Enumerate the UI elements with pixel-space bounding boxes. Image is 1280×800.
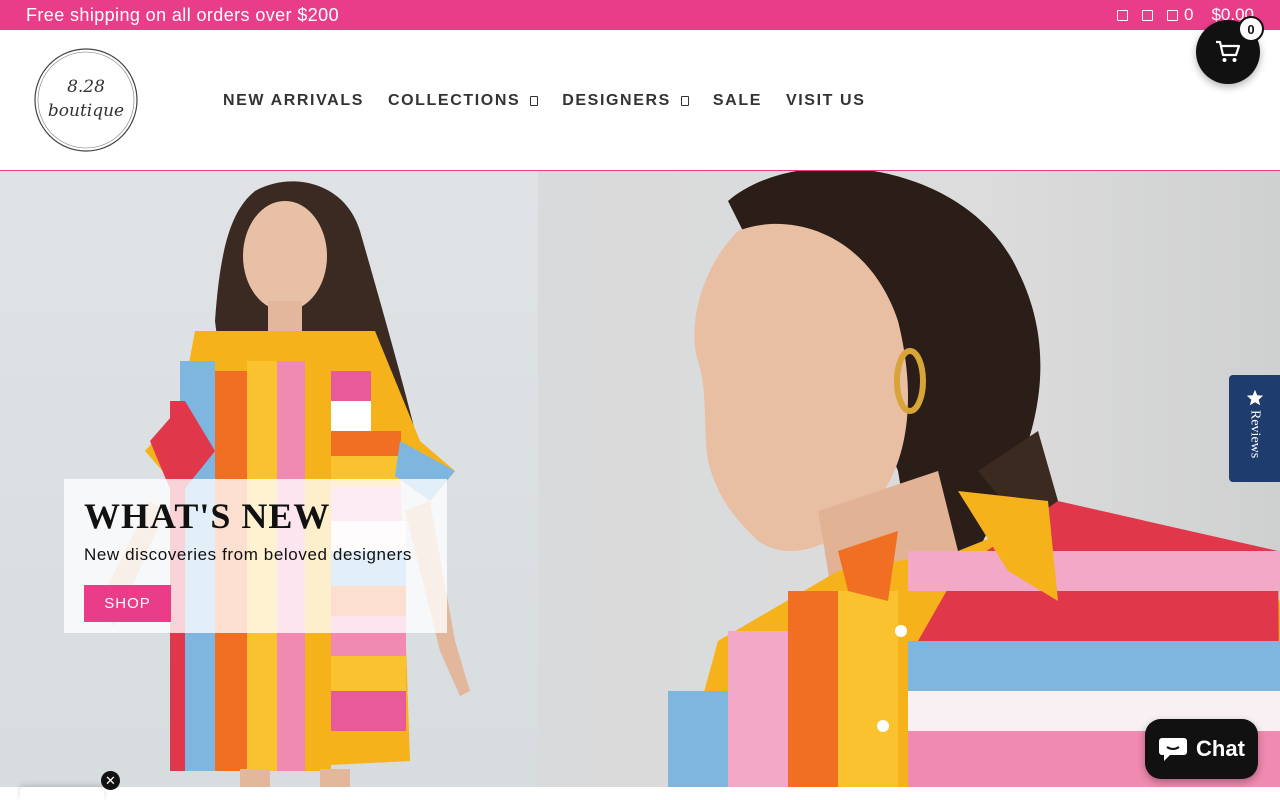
dropdown-caret-icon: [680, 96, 689, 106]
nav-sale-label: SALE: [712, 92, 762, 109]
logo-wordmark: boutique: [48, 101, 124, 121]
floating-cart-button[interactable]: 0: [1196, 16, 1264, 84]
star-icon: [1246, 389, 1263, 406]
nav-collections[interactable]: COLLECTIONS: [387, 92, 539, 110]
bag-icon: [1166, 9, 1178, 21]
chat-label: Chat: [1196, 736, 1245, 761]
top-cart-count: 0: [1183, 5, 1194, 24]
hero-banner: WHAT'S NEW New discoveries from beloved …: [0, 171, 1280, 787]
site-header: 8.28 boutique NEW ARRIVALS COLLECTIONS D…: [0, 30, 1280, 171]
search-icon[interactable]: [1141, 9, 1153, 21]
account-icon[interactable]: [1116, 9, 1128, 21]
nav-visit-us-label: VISIT US: [785, 92, 866, 109]
nav-new-arrivals-label: NEW ARRIVALS: [223, 92, 364, 109]
nav-visit-us[interactable]: VISIT US: [786, 92, 865, 110]
hero-subtitle: New discoveries from beloved designers: [84, 545, 412, 564]
reviews-label: Reviews: [1247, 410, 1263, 459]
chat-button[interactable]: Chat: [1145, 719, 1258, 779]
chat-bubble-icon: [1159, 738, 1188, 761]
nav-designers[interactable]: DESIGNERS: [562, 92, 689, 110]
announcement-text: Free shipping on all orders over $200: [26, 5, 339, 25]
logo-number: 8.28: [67, 77, 105, 97]
cart-count-badge: 0: [1238, 16, 1264, 42]
logo-circle-icon: 8.28 boutique: [34, 48, 138, 152]
nav-sale[interactable]: SALE: [713, 92, 762, 110]
shop-button[interactable]: SHOP: [84, 585, 171, 622]
promo-popup-tab[interactable]: [20, 787, 104, 800]
page-bottom-strip: [0, 787, 1280, 800]
main-nav: NEW ARRIVALS COLLECTIONS DESIGNERS SALE …: [223, 92, 889, 110]
announcement-bar: Free shipping on all orders over $200 0 …: [0, 0, 1280, 30]
logo[interactable]: 8.28 boutique: [32, 48, 140, 152]
nav-collections-label: COLLECTIONS: [387, 92, 521, 109]
hero-image-right: [538, 171, 1280, 787]
model-closeup-image: [668, 171, 1280, 787]
hero-promo-card: WHAT'S NEW New discoveries from beloved …: [64, 479, 447, 633]
close-icon[interactable]: ✕: [101, 771, 120, 790]
reviews-side-tab[interactable]: Reviews: [1229, 375, 1280, 482]
nav-new-arrivals[interactable]: NEW ARRIVALS: [223, 92, 364, 110]
hero-title: WHAT'S NEW: [84, 496, 331, 536]
cart-icon: [1216, 40, 1241, 62]
dropdown-caret-icon: [530, 96, 539, 106]
nav-designers-label: DESIGNERS: [562, 92, 671, 109]
